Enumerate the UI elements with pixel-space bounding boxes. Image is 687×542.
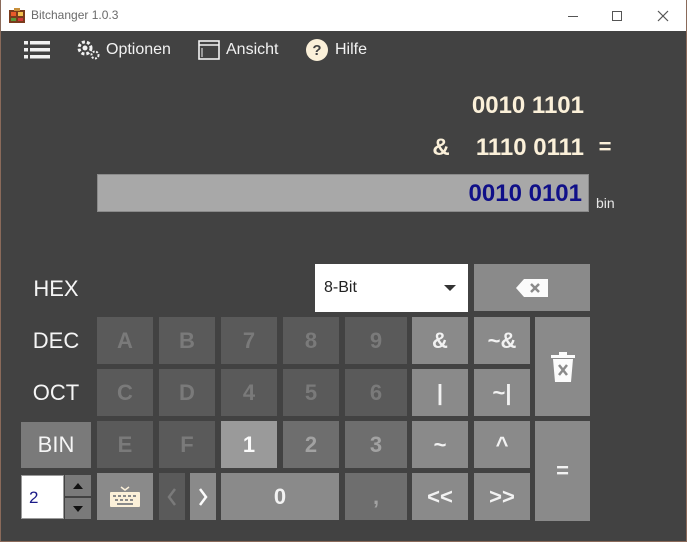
- key-0[interactable]: 0: [221, 473, 339, 520]
- hamburger-icon: [24, 41, 50, 59]
- close-button[interactable]: [640, 0, 686, 31]
- base-bin[interactable]: BIN: [21, 422, 91, 468]
- result-display: 0010 0101: [97, 174, 589, 212]
- equals-sign: =: [598, 134, 612, 159]
- key-and[interactable]: &: [412, 317, 468, 364]
- options-label: Optionen: [106, 41, 171, 58]
- key-7[interactable]: 7: [221, 317, 277, 364]
- spinner-up-button[interactable]: [65, 475, 91, 496]
- app-window: Bitchanger 1.0.3 Optionen Ansicht ? Hilf…: [0, 0, 687, 542]
- help-menu[interactable]: ? Hilfe: [305, 37, 367, 63]
- window-icon: [198, 40, 220, 60]
- key-nor[interactable]: ~|: [474, 369, 530, 416]
- keyboard-button[interactable]: [97, 473, 153, 520]
- gears-icon: [77, 40, 100, 60]
- key-shift-left[interactable]: <<: [412, 473, 468, 520]
- key-1[interactable]: 1: [221, 421, 277, 468]
- base-dec[interactable]: DEC: [21, 318, 91, 364]
- key-3[interactable]: 3: [345, 421, 407, 468]
- minimize-button[interactable]: [550, 0, 596, 31]
- spinner-down-button[interactable]: [65, 498, 91, 519]
- key-comma[interactable]: ,: [345, 473, 407, 520]
- key-d[interactable]: D: [159, 369, 215, 416]
- minimize-icon: [568, 15, 578, 17]
- bit-width-value: 8-Bit: [324, 279, 357, 296]
- keyboard-icon: [110, 485, 140, 507]
- maximize-icon: [612, 10, 622, 21]
- maximize-button[interactable]: [594, 0, 640, 31]
- key-or[interactable]: |: [412, 369, 468, 416]
- backspace-button[interactable]: [474, 264, 590, 311]
- key-nand[interactable]: ~&: [474, 317, 530, 364]
- key-4[interactable]: 4: [221, 369, 277, 416]
- operand-1: 0010 1101: [471, 92, 584, 119]
- prev-button[interactable]: [159, 473, 185, 520]
- chevron-down-icon: [444, 285, 456, 291]
- spinner-input[interactable]: 2: [21, 475, 64, 519]
- triangle-up-icon: [73, 482, 83, 489]
- chevron-left-icon: [167, 487, 176, 506]
- next-button[interactable]: [190, 473, 216, 520]
- view-menu[interactable]: Ansicht: [198, 37, 278, 63]
- key-xor[interactable]: ^: [474, 421, 530, 468]
- svg-text:?: ?: [312, 42, 321, 59]
- options-menu[interactable]: Optionen: [76, 37, 171, 63]
- base-oct[interactable]: OCT: [21, 370, 91, 416]
- trash-icon: [550, 351, 575, 382]
- key-b[interactable]: B: [159, 317, 215, 364]
- view-label: Ansicht: [226, 41, 279, 58]
- triangle-down-icon: [73, 505, 83, 512]
- key-equals[interactable]: =: [535, 421, 590, 521]
- chevron-right-icon: [199, 487, 208, 506]
- close-icon: [657, 10, 669, 21]
- result-value: 0010 0101: [468, 180, 582, 207]
- spinner-value: 2: [29, 488, 39, 507]
- clear-button[interactable]: [535, 317, 590, 416]
- key-5[interactable]: 5: [283, 369, 339, 416]
- key-e[interactable]: E: [97, 421, 153, 468]
- key-8[interactable]: 8: [283, 317, 339, 364]
- key-shift-right[interactable]: >>: [474, 473, 530, 520]
- key-f[interactable]: F: [159, 421, 215, 468]
- base-hex[interactable]: HEX: [21, 266, 91, 312]
- key-not[interactable]: ~: [412, 421, 468, 468]
- key-c[interactable]: C: [97, 369, 153, 416]
- key-2[interactable]: 2: [283, 421, 339, 468]
- menu-button[interactable]: [24, 37, 50, 63]
- app-logo-icon: [9, 8, 25, 23]
- result-base-suffix: bin: [596, 195, 615, 211]
- backspace-icon: [516, 278, 548, 297]
- window-title: Bitchanger 1.0.3: [31, 8, 119, 22]
- operand-2: 1110 0111: [475, 134, 584, 161]
- help-label: Hilfe: [335, 41, 368, 58]
- title-bar[interactable]: Bitchanger 1.0.3: [0, 0, 687, 31]
- key-6[interactable]: 6: [345, 369, 407, 416]
- key-9[interactable]: 9: [345, 317, 407, 364]
- key-a[interactable]: A: [97, 317, 153, 364]
- calculator-panel: Optionen Ansicht ? Hilfe 0010 1101 & 111…: [1, 31, 686, 541]
- bit-width-select[interactable]: 8-Bit: [315, 264, 468, 312]
- help-icon: ?: [306, 39, 328, 61]
